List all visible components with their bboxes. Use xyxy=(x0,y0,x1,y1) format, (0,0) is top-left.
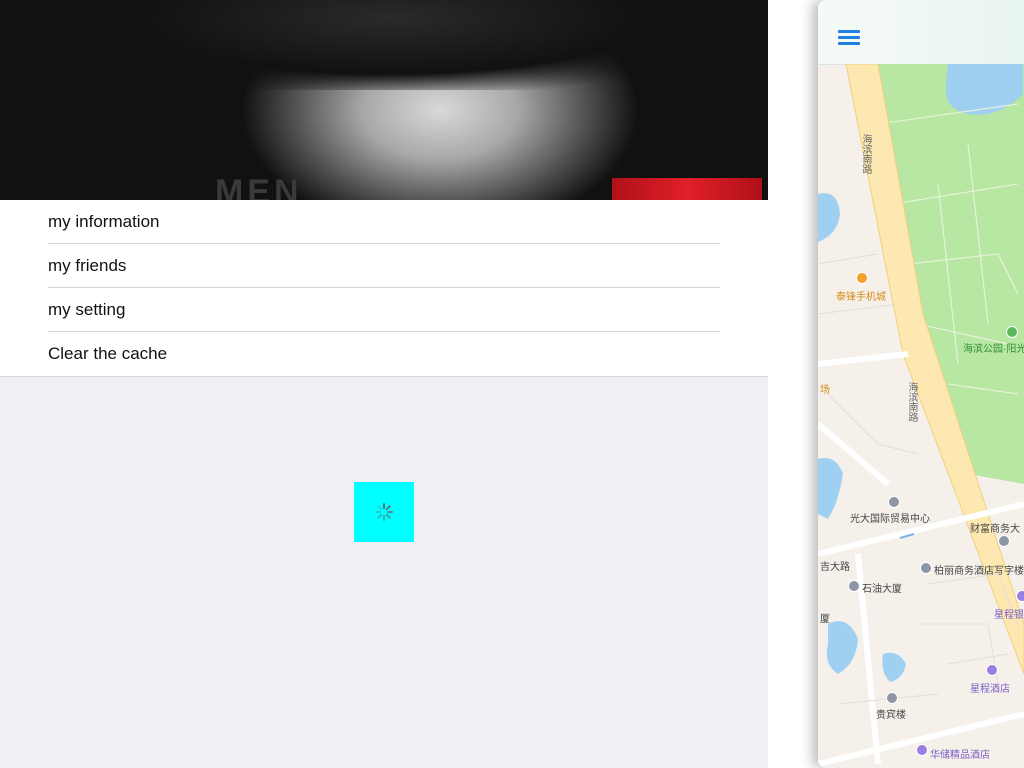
menu-item-clear-cache[interactable]: Clear the cache xyxy=(0,332,768,376)
menu-list: my information my friends my setting Cle… xyxy=(0,200,768,377)
map-pin-icon[interactable] xyxy=(856,272,868,284)
map-pin-icon[interactable] xyxy=(1016,590,1024,602)
map-pin-icon[interactable] xyxy=(888,496,900,508)
map-poi-label: 厦 xyxy=(820,614,830,625)
side-menu-panel: MEN my information my friends my setting… xyxy=(0,0,768,768)
activity-spinner-icon xyxy=(375,503,393,521)
menu-item-my-setting[interactable]: my setting xyxy=(0,288,768,332)
map-road-label: 海滨南路 xyxy=(906,382,917,422)
map-canvas[interactable] xyxy=(818,64,1024,768)
menu-item-label: my information xyxy=(48,212,160,231)
map-poi-label: 华储精品酒店 xyxy=(930,750,990,761)
map-pin-icon[interactable] xyxy=(998,535,1010,547)
menu-item-label: Clear the cache xyxy=(48,344,168,363)
map-poi-label: 海滨公园·阳光 xyxy=(963,344,1024,355)
menu-item-my-friends[interactable]: my friends xyxy=(0,244,768,288)
map-pin-icon[interactable] xyxy=(986,664,998,676)
profile-header-image: MEN xyxy=(0,0,768,200)
loading-indicator xyxy=(354,482,414,542)
map-road-label: 海滨南路 xyxy=(860,134,871,174)
map-poi-label: 星程酒店 xyxy=(970,684,1010,695)
photo-brand-text: MEN xyxy=(215,173,303,200)
map-pin-icon[interactable] xyxy=(886,692,898,704)
map-poi-label: 吉大路 xyxy=(820,562,850,573)
map-poi-label: 财富商务大 xyxy=(970,524,1020,535)
map-pin-icon[interactable] xyxy=(916,744,928,756)
map-poi-label: 场 xyxy=(820,385,830,396)
map-poi-label: 光大国际贸易中心 xyxy=(850,514,930,525)
map-poi-label: 石油大厦 xyxy=(862,584,902,595)
menu-item-label: my setting xyxy=(48,300,126,319)
map-navigation-bar xyxy=(818,0,1024,65)
hamburger-menu-icon[interactable] xyxy=(838,30,860,48)
menu-item-label: my friends xyxy=(48,256,127,275)
photo-hair-shape xyxy=(40,0,740,90)
map-pin-icon[interactable] xyxy=(848,580,860,592)
photo-red-mark xyxy=(612,178,762,200)
map-poi-label: 星程银 xyxy=(994,610,1024,621)
map-poi-label: 贵宾楼 xyxy=(876,710,906,721)
map-poi-label: 泰锋手机城 xyxy=(836,292,886,303)
map-pin-icon[interactable] xyxy=(1006,326,1018,338)
map-pin-icon[interactable] xyxy=(920,562,932,574)
map-poi-label: 柏丽商务酒店写字楼 xyxy=(934,566,1024,577)
map-view-panel[interactable]: 海滨南路 海滨南路 泰锋手机城 海滨公园·阳光 场 光大国际贸易中心 财富商务大… xyxy=(818,0,1024,768)
menu-item-my-information[interactable]: my information xyxy=(0,200,768,244)
